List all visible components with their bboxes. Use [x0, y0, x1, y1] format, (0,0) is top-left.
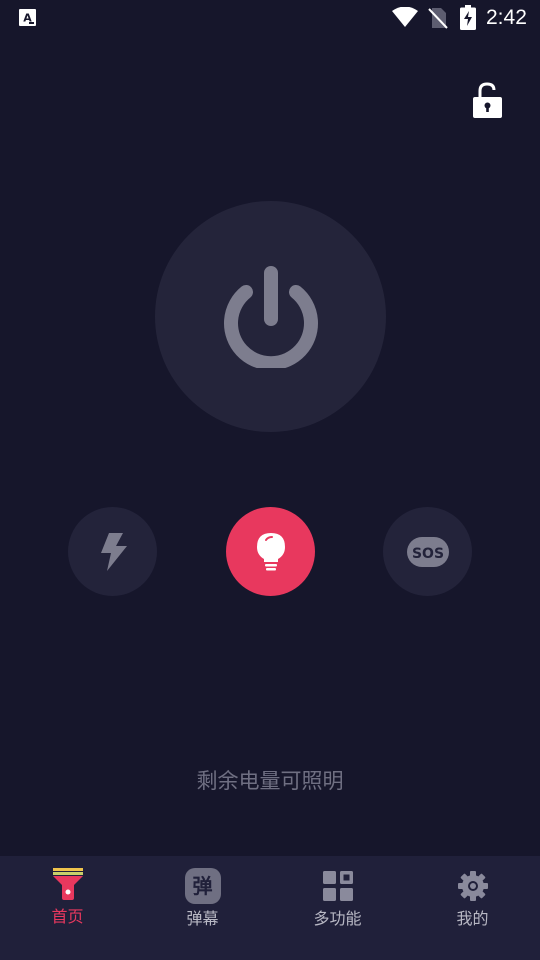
status-bar: A 2:42: [0, 0, 540, 36]
nav-label-home: 首页: [51, 907, 84, 926]
flashlight-icon: [52, 868, 83, 900]
svg-text:SOS: SOS: [411, 546, 443, 562]
lightning-icon: [100, 532, 127, 571]
settings-gear-icon: [457, 871, 488, 901]
light-bulb-icon: [256, 532, 285, 570]
light-mode-button[interactable]: [226, 507, 315, 596]
nav-item-home[interactable]: 首页: [0, 856, 135, 960]
power-button[interactable]: [155, 201, 386, 432]
unlock-icon: [473, 82, 502, 118]
wifi-icon: [392, 7, 418, 27]
nav-label-multifunction: 多功能: [313, 909, 362, 928]
bottom-navigation: 首页 弹 弹幕 多功能 我的: [0, 856, 540, 960]
danmaku-icon: 弹: [184, 868, 221, 904]
battery-hint-text: 剩余电量可照明: [196, 769, 344, 793]
nav-item-profile[interactable]: 我的: [405, 856, 540, 960]
no-sim-icon: [428, 8, 448, 29]
battery-charging-icon: [460, 5, 476, 30]
nav-item-multifunction[interactable]: 多功能: [270, 856, 405, 960]
status-time: 2:42: [486, 6, 527, 29]
a11y-notification-icon: A: [19, 9, 36, 26]
sos-mode-button[interactable]: SOS: [383, 507, 472, 596]
nav-label-danmaku: 弹幕: [186, 909, 219, 928]
grid-icon: [322, 871, 353, 901]
sos-icon: SOS: [406, 536, 449, 567]
flash-mode-button[interactable]: [68, 507, 157, 596]
nav-item-danmaku[interactable]: 弹 弹幕: [135, 856, 270, 960]
power-icon: [224, 266, 318, 368]
nav-label-profile: 我的: [456, 909, 489, 928]
unlock-button[interactable]: [468, 80, 506, 122]
flashlight-screen: A 2:42 SOS 剩余电量可照明 首页 弹 弹幕 多功能 我的: [0, 0, 540, 960]
